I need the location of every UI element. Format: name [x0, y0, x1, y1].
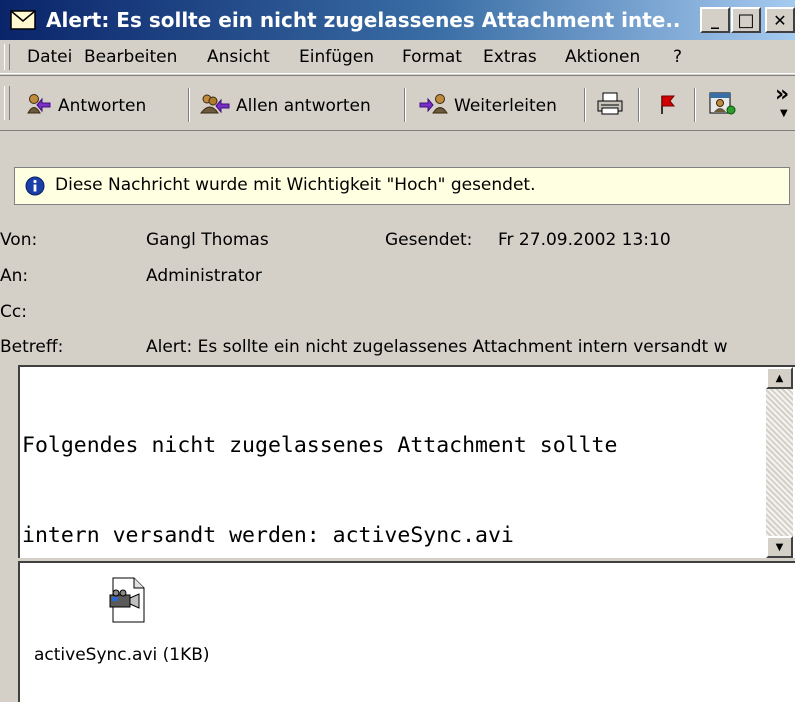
to-value[interactable]: Administrator	[146, 265, 262, 287]
reply-all-label: Allen antworten	[236, 96, 371, 116]
toolbar-separator	[638, 88, 640, 122]
reply-icon	[26, 93, 52, 120]
from-label: Von:	[0, 230, 38, 250]
minimize-icon: _	[711, 10, 719, 29]
menu-datei[interactable]: Datei	[27, 44, 72, 70]
address-book-button[interactable]	[704, 92, 740, 120]
reply-button[interactable]: Antworten	[26, 92, 146, 120]
menu-grip[interactable]	[4, 44, 10, 70]
info-icon	[25, 176, 45, 200]
forward-label: Weiterleiten	[454, 96, 557, 116]
infobar-text: Diese Nachricht wurde mit Wichtigkeit "H…	[55, 175, 536, 195]
menu-extras[interactable]: Extras	[483, 44, 537, 70]
reply-label: Antworten	[58, 96, 147, 116]
toolbar-separator	[404, 88, 406, 122]
toolbar-separator	[584, 88, 586, 122]
sent-value: Fr 27.09.2002 13:10	[498, 230, 671, 250]
sent-label: Gesendet:	[385, 230, 473, 250]
flag-icon	[656, 92, 676, 120]
subject-value: Alert: Es sollte ein nicht zugelassenes …	[146, 337, 728, 357]
message-body[interactable]: Folgendes nicht zugelassenes Attachment …	[18, 365, 795, 558]
printer-icon	[596, 92, 624, 120]
reply-all-button[interactable]: Allen antworten	[199, 92, 371, 120]
title-bar[interactable]: Alert: Es sollte ein nicht zugelassenes …	[0, 0, 795, 40]
attachment-label[interactable]: activeSync.avi (1KB)	[34, 645, 210, 665]
reply-all-icon	[199, 93, 230, 120]
maximize-icon: □	[737, 9, 755, 31]
close-icon: ✕	[773, 10, 787, 30]
menu-help[interactable]: ?	[673, 44, 682, 70]
scroll-up-icon: ▲	[775, 372, 784, 384]
attachment-pane: activeSync.avi (1KB)	[18, 561, 795, 702]
message-line: Folgendes nicht zugelassenes Attachment …	[22, 433, 618, 458]
toolbar-overflow-icon[interactable]: »	[775, 84, 789, 106]
to-label: An:	[0, 266, 29, 286]
envelope-icon	[10, 10, 36, 34]
scroll-down-button[interactable]: ▼	[766, 536, 793, 558]
scroll-up-button[interactable]: ▲	[766, 367, 793, 389]
importance-infobar: Diese Nachricht wurde mit Wichtigkeit "H…	[14, 167, 790, 205]
menu-ansicht[interactable]: Ansicht	[207, 44, 270, 70]
print-button[interactable]	[592, 92, 628, 120]
forward-button[interactable]: Weiterleiten	[418, 92, 557, 120]
window-title: Alert: Es sollte ein nicht zugelassenes …	[46, 8, 682, 32]
maximize-button[interactable]: □	[731, 7, 761, 33]
minimize-button[interactable]: _	[700, 7, 730, 33]
message-line: intern versandt werden: activeSync.avi	[22, 523, 514, 548]
toolbar-grip[interactable]	[4, 86, 10, 120]
flag-button[interactable]	[648, 92, 684, 120]
menu-format[interactable]: Format	[402, 44, 462, 70]
toolbar-separator	[694, 88, 696, 122]
menu-aktionen[interactable]: Aktionen	[565, 44, 640, 70]
subject-label: Betreff:	[0, 337, 64, 357]
menu-bearbeiten[interactable]: Bearbeiten	[84, 44, 177, 70]
menu-einfuegen[interactable]: Einfügen	[299, 44, 374, 70]
vertical-scrollbar[interactable]: ▲ ▼	[766, 367, 793, 558]
cc-label: Cc:	[0, 302, 27, 322]
toolbar-separator	[188, 88, 190, 122]
video-file-icon[interactable]	[108, 577, 146, 627]
from-value[interactable]: Gangl Thomas	[146, 229, 269, 251]
address-book-icon	[707, 91, 737, 121]
close-button[interactable]: ✕	[765, 7, 795, 33]
toolbar-overflow-arrow-icon[interactable]: ▼	[780, 108, 788, 119]
forward-icon	[418, 93, 448, 120]
scroll-down-icon: ▼	[775, 541, 784, 553]
